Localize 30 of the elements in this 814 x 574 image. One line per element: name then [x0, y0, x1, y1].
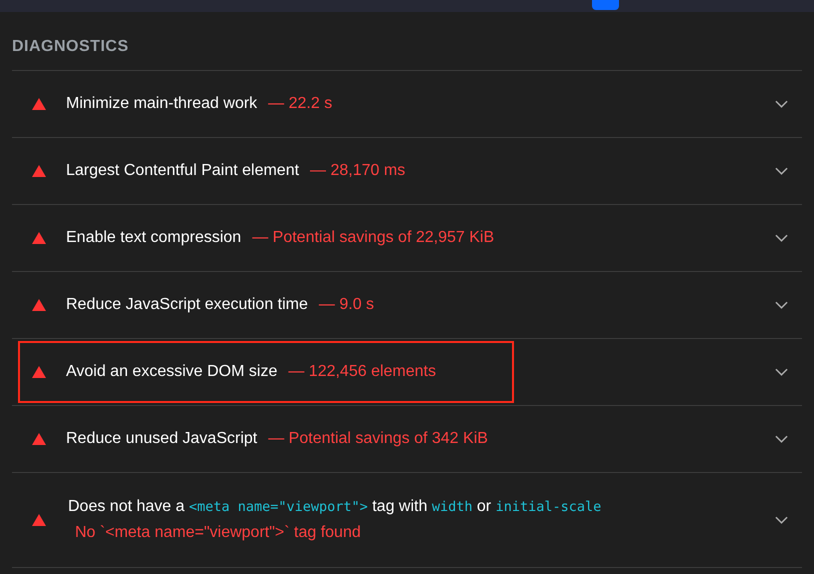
- chevron-down-icon[interactable]: [775, 234, 788, 242]
- audit-title[interactable]: Avoid an excessive DOM size: [66, 363, 278, 381]
- audit-value: — 9.0 s: [318, 296, 374, 314]
- audit-value: — Potential savings of 342 KiB: [268, 430, 488, 448]
- audit-value: — 28,170 ms: [310, 162, 406, 180]
- warning-triangle-icon: [32, 514, 46, 526]
- chevron-down-icon[interactable]: [775, 167, 788, 175]
- audit-title[interactable]: Does not have a <meta name="viewport"> tag with width or initial-scale: [68, 498, 773, 516]
- warning-triangle-icon: [32, 366, 46, 378]
- chevron-down-icon[interactable]: [775, 301, 788, 309]
- audit-title[interactable]: Enable text compression: [66, 229, 242, 247]
- chevron-down-icon[interactable]: [775, 368, 788, 376]
- warning-triangle-icon: [32, 433, 46, 445]
- audit-explanation: No `<meta name="viewport">` tag found: [75, 524, 362, 542]
- chevron-down-icon[interactable]: [775, 516, 788, 524]
- warning-triangle-icon: [32, 165, 46, 177]
- audit-title[interactable]: Minimize main-thread work: [66, 95, 258, 113]
- audit-value: — Potential savings of 22,957 KiB: [252, 229, 494, 247]
- audit-title[interactable]: Reduce JavaScript execution time: [66, 296, 308, 314]
- audit-value: — 22.2 s: [268, 95, 332, 113]
- chevron-down-icon[interactable]: [775, 435, 788, 443]
- audit-value: — 122,456 elements: [288, 363, 436, 381]
- audit-title[interactable]: Reduce unused JavaScript: [66, 430, 258, 448]
- warning-triangle-icon: [32, 299, 46, 311]
- chevron-down-icon[interactable]: [775, 100, 788, 108]
- audit-title[interactable]: Largest Contentful Paint element: [66, 162, 300, 180]
- section-title: DIAGNOSTICS: [12, 12, 802, 71]
- warning-triangle-icon: [32, 98, 46, 110]
- warning-triangle-icon: [32, 232, 46, 244]
- filter-chip[interactable]: [592, 0, 619, 10]
